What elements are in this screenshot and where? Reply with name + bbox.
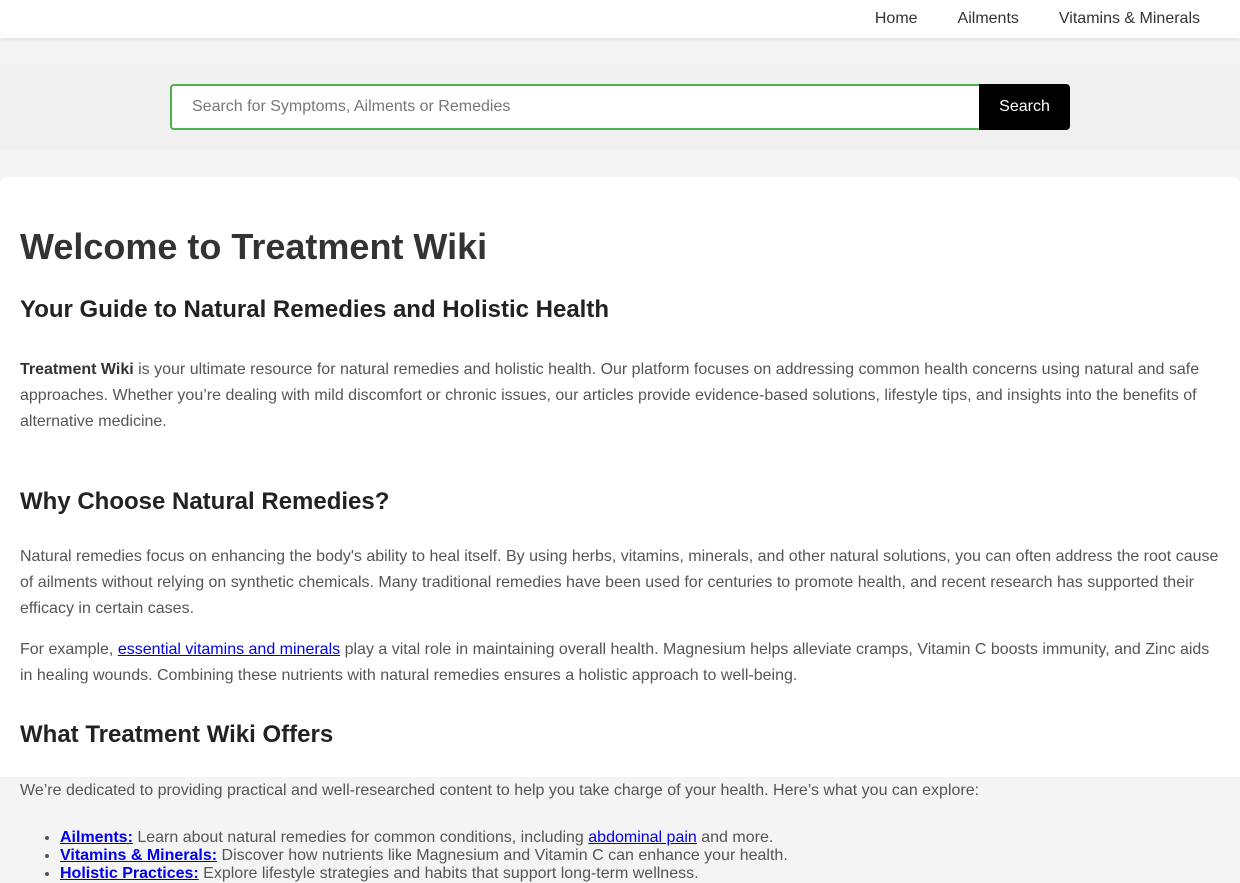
list-item-holistic: Holistic Practices: Explore lifestyle st…	[60, 865, 1220, 883]
page-title: Welcome to Treatment Wiki	[20, 226, 488, 267]
ailments-link[interactable]: Ailments:	[60, 829, 133, 846]
search-input[interactable]	[170, 84, 979, 130]
top-navigation: Home Ailments Vitamins & Minerals	[0, 0, 1240, 38]
why-p2-pre: For example,	[20, 641, 118, 658]
intro-brand: Treatment Wiki	[20, 361, 134, 378]
why-paragraph-1: Natural remedies focus on enhancing the …	[20, 548, 1219, 617]
vitamins-minerals-list-link[interactable]: Vitamins & Minerals:	[60, 847, 217, 864]
why-paragraph-2: For example, essential vitamins and mine…	[20, 637, 1220, 689]
holistic-practices-link[interactable]: Holistic Practices:	[60, 865, 199, 882]
intro-paragraph: Treatment Wiki is your ultimate resource…	[20, 357, 1220, 435]
nav-vitamins-link[interactable]: Vitamins & Minerals	[1059, 10, 1200, 28]
nav-ailments-link[interactable]: Ailments	[958, 10, 1019, 28]
list-item-ailments: Ailments: Learn about natural remedies f…	[60, 829, 1220, 847]
vitamins-minerals-link[interactable]: essential vitamins and minerals	[118, 641, 340, 658]
nav-links: Home Ailments Vitamins & Minerals	[875, 0, 1200, 38]
main-content: Welcome to Treatment Wiki Your Guide to …	[0, 177, 1240, 882]
search-button[interactable]: Search	[979, 84, 1070, 130]
offers-heading: What Treatment Wiki Offers	[20, 721, 334, 748]
list-item-text: Discover how nutrients like Magnesium an…	[217, 847, 788, 864]
offers-intro: We’re dedicated to providing practical a…	[20, 782, 980, 799]
offers-list: Ailments: Learn about natural remedies f…	[20, 829, 1220, 883]
search-bar: Search	[170, 84, 1070, 130]
nav-home-link[interactable]: Home	[875, 10, 918, 28]
why-heading: Why Choose Natural Remedies?	[20, 488, 390, 515]
intro-text: is your ultimate resource for natural re…	[20, 361, 1200, 430]
list-item-text: Explore lifestyle strategies and habits …	[198, 865, 699, 882]
abdominal-pain-link[interactable]: abdominal pain	[588, 829, 697, 846]
page-subtitle: Your Guide to Natural Remedies and Holis…	[20, 296, 609, 323]
list-item-vitamins: Vitamins & Minerals: Discover how nutrie…	[60, 847, 1220, 865]
list-item-text: Learn about natural remedies for common …	[132, 829, 589, 846]
list-item-text-end: and more.	[696, 829, 774, 846]
search-section: Search	[0, 64, 1240, 150]
